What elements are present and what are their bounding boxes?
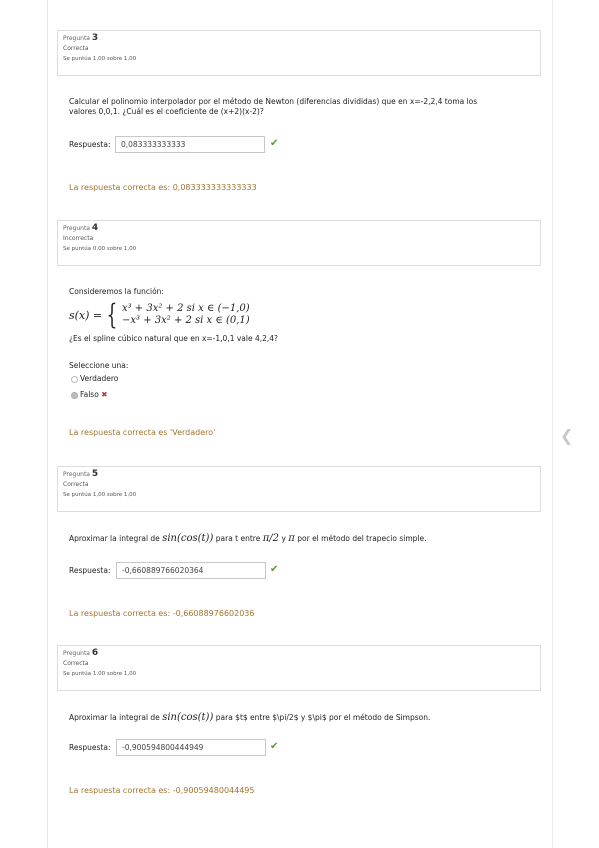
question-info-6: Pregunta 6 Correcta Se puntúa 1,00 sobre… [57,645,541,691]
check-icon: ✔ [270,138,279,149]
check-icon: ✔ [270,741,279,752]
answer-input-3[interactable]: 0,083333333333 [115,136,265,153]
response-label: Respuesta: [69,566,111,575]
question-text-5: Aproximar la integral de sin(cos(t)) par… [69,533,427,544]
page-right-border [552,0,553,848]
question-number: 5 [91,469,99,479]
answer-input-6[interactable]: -0,900594800444949 [116,739,266,756]
question-score: Se puntúa 1,00 sobre 1,00 [63,56,137,62]
question-label: Pregunta [63,225,90,232]
question-state: Correcta [63,660,89,667]
question-score: Se puntúa 1,00 sobre 1,00 [63,492,137,498]
question-number: 6 [91,648,99,658]
check-icon: ✔ [270,564,279,575]
question-label: Pregunta [63,650,90,657]
question-state: Correcta [63,481,89,488]
question-info-3: Pregunta 3 Correcta Se puntúa 1,00 sobre… [57,30,541,76]
radio-falso[interactable] [71,391,78,399]
question-score: Se puntúa 0,00 sobre 1,00 [63,246,137,252]
chevron-left-icon[interactable]: ❮ [560,428,573,444]
question-label: Pregunta [63,35,90,42]
cross-icon: ✖ [101,390,108,399]
answer-input-5[interactable]: -0,660889766020364 [116,562,266,579]
question-state: Correcta [63,45,89,52]
select-label: Seleccione una: [69,361,129,370]
question-number: 4 [91,223,99,233]
correct-answer-feedback: La respuesta correcta es 'Verdadero' [69,428,216,437]
question-info-5: Pregunta 5 Correcta Se puntúa 1,00 sobre… [57,466,541,512]
question-label: Pregunta [63,471,90,478]
question-score: Se puntúa 1,00 sobre 1,00 [63,671,137,677]
option-falso[interactable]: Falso ✖ [71,390,108,399]
correct-answer-feedback: La respuesta correcta es: 0,083333333333… [69,183,257,192]
question-text-4: Consideremos la función: [69,287,164,296]
response-label: Respuesta: [69,743,111,752]
radio-verdadero[interactable] [71,375,78,383]
correct-answer-feedback: La respuesta correcta es: -0,66088976602… [69,609,255,618]
response-label: Respuesta: [69,140,111,149]
question-state: Incorrecta [63,235,94,242]
option-verdadero[interactable]: Verdadero [71,374,118,383]
question-text-6: Aproximar la integral de sin(cos(t)) par… [69,712,431,723]
brace: { [106,298,118,331]
question-info-4: Pregunta 4 Incorrecta Se puntúa 0,00 sob… [57,220,541,266]
question-number: 3 [91,33,99,43]
question-text-4b: ¿Es el spline cúbico natural que en x=-1… [69,334,279,343]
page-left-border [47,0,48,848]
spline-formula: s(x) = { x³ + 3x² + 2 si x ∈ (−1,0) −x³ … [69,298,250,331]
correct-answer-feedback: La respuesta correcta es: -0,90059480044… [69,786,255,795]
question-text-3: Calcular el polinomio interpolador por e… [69,97,478,116]
